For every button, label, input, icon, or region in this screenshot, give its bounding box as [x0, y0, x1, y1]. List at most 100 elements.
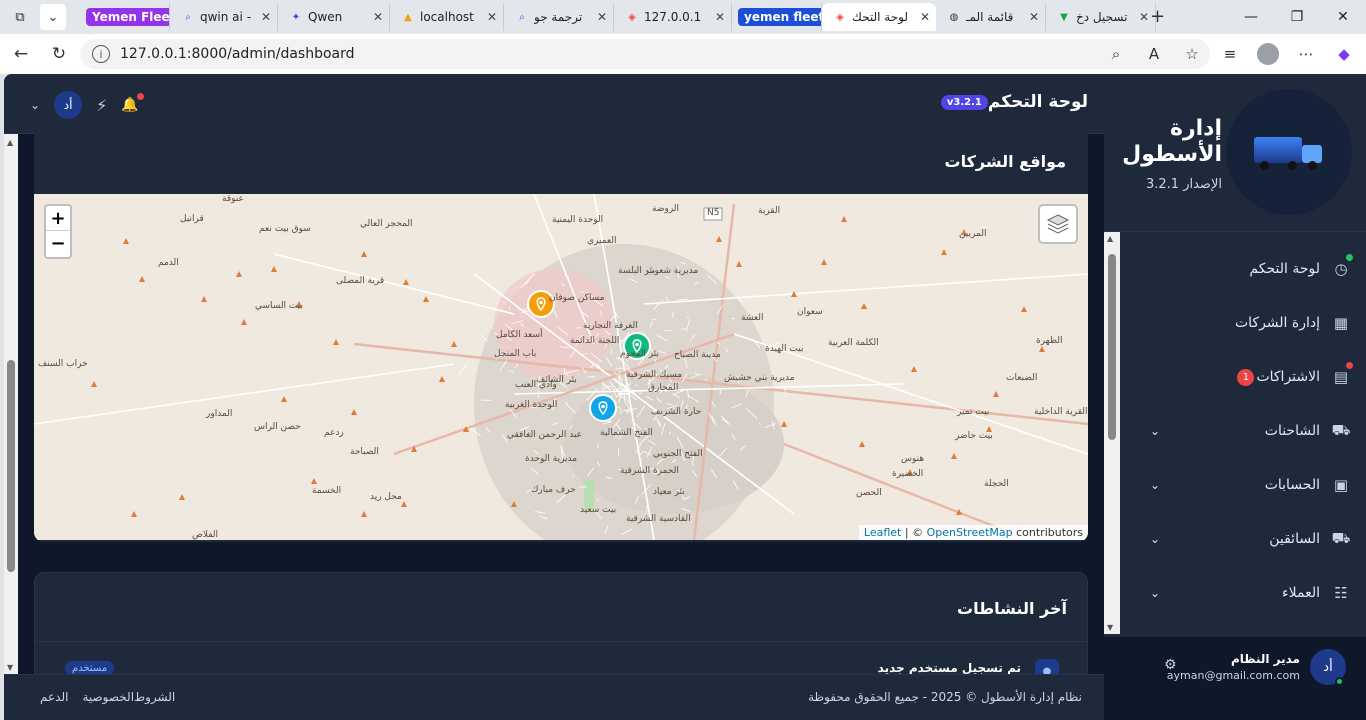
tab-3[interactable]: ✦ Qwen ✕ — [278, 3, 390, 31]
close-tab-icon[interactable]: ✕ — [597, 10, 607, 24]
bell-icon[interactable]: 🔔 — [121, 97, 138, 113]
close-tab-icon[interactable]: ✕ — [1139, 10, 1149, 24]
zoom-icon[interactable]: ⌕ — [1102, 40, 1130, 68]
sidebar-item-6[interactable]: ⌄ السائقين ⛟ — [1122, 512, 1366, 566]
workspaces-icon[interactable]: ⧉ — [6, 4, 34, 30]
tab-group-chip[interactable]: Yemen Fleet — [86, 8, 170, 26]
map-place-label: سعوان — [797, 307, 823, 317]
map-place-label: بيت تمير — [957, 407, 989, 417]
new-tab-button[interactable]: + — [1150, 6, 1165, 27]
sidebar-item-3[interactable]: 1 الاشتراكات ▤ — [1122, 350, 1366, 404]
tab-8[interactable]: ◈ لوحة التحك ✕ — [822, 3, 936, 31]
tab-7[interactable]: yemen fleet2 — [732, 3, 822, 31]
map-place-label: الفتح الجنوبي — [653, 449, 703, 459]
settings-gear-icon[interactable]: ⚙ — [1164, 657, 1177, 673]
map-place-label: الصباحة — [350, 447, 379, 457]
status-dot — [1346, 254, 1353, 261]
profile-icon[interactable] — [1254, 40, 1282, 68]
reload-icon[interactable]: ↻ — [42, 37, 76, 71]
chevron-down-icon[interactable]: ⌄ — [1150, 532, 1160, 546]
tab-title: Qwen — [308, 10, 367, 24]
tab-group-chip[interactable]: yemen fleet2 — [738, 8, 822, 26]
sidebar-item-4[interactable]: ⌄ الشاحنات ⛟ — [1122, 404, 1366, 458]
document-icon: ▤ — [1332, 368, 1350, 386]
close-tab-icon[interactable]: ✕ — [920, 10, 930, 24]
tab-5[interactable]: ⌕ ترجمة جو ✕ — [504, 3, 614, 31]
back-icon[interactable]: ← — [4, 37, 38, 71]
maximize-icon[interactable]: ❐ — [1274, 0, 1320, 34]
footer: نظام إدارة الأسطول © 2025 - جميع الحقوق … — [4, 674, 1104, 720]
zoom-out-button[interactable]: − — [46, 231, 70, 256]
tab-2[interactable]: ⌕ qwin ai - ✕ — [170, 3, 278, 31]
map-place-label: مديرية شعوب — [646, 266, 698, 276]
close-tab-icon[interactable]: ✕ — [373, 10, 383, 24]
truck-icon: ⛟ — [1332, 422, 1350, 440]
read-aloud-icon[interactable]: A — [1140, 40, 1168, 68]
copilot-icon[interactable]: ◆ — [1330, 40, 1358, 68]
favorite-star-icon[interactable]: ☆ — [1178, 40, 1206, 68]
footer-link-terms[interactable]: الشروط — [134, 690, 175, 704]
sidebar-item-label: السائقين — [1269, 531, 1320, 547]
close-tab-icon[interactable]: ✕ — [1029, 10, 1039, 24]
window-controls: — ❐ ✕ — [1228, 0, 1366, 34]
more-icon[interactable]: ⋯ — [1292, 40, 1320, 68]
layers-icon[interactable] — [1038, 204, 1078, 244]
main-content: ▲ ▼ مواقع الشركات الروضة الوحدة اليمنية الع… — [4, 134, 1104, 674]
companies-map[interactable]: الروضة الوحدة اليمنية العميري بئر البلسة مسا… — [34, 194, 1088, 540]
avatar[interactable]: أد — [54, 91, 82, 119]
map-place-label: بيت سعيد — [580, 505, 616, 515]
map-place-label: بيت حاضر — [955, 431, 993, 441]
osm-link[interactable]: OpenStreetMap — [927, 526, 1013, 539]
online-indicator — [1335, 677, 1344, 686]
favorites-icon[interactable]: ≡ — [1216, 40, 1244, 68]
tab-9[interactable]: ◍ قائمة المـ ✕ — [936, 3, 1046, 31]
tab-actions-icon[interactable]: ⌄ — [40, 4, 66, 30]
map-place-label: الروضة — [652, 204, 679, 214]
copyright: نظام إدارة الأسطول © 2025 - جميع الحقوق … — [808, 690, 1082, 704]
street — [509, 306, 510, 310]
map-place-label: حصن الراس — [254, 422, 301, 432]
tab-1[interactable]: Yemen Fleet — [80, 3, 170, 31]
chevron-down-icon[interactable]: ⌄ — [1150, 478, 1160, 492]
activity-title: تم تسجيل مستخدم جديد — [878, 661, 1021, 675]
url-bar[interactable]: i 127.0.0.1:8000/admin/dashboard — [80, 39, 1210, 69]
version-pill: v3.2.1 — [941, 95, 988, 110]
map-place-label: محل ريد — [370, 492, 402, 502]
sidebar-item-1[interactable]: لوحة التحكم ◷ — [1122, 242, 1366, 296]
brand-title: إدارة الأسطول — [1114, 116, 1222, 168]
tab-list: Yemen Fleet ⌕ qwin ai - ✕ ✦ Qwen ✕ ▲ localhost ✕ ⌕… — [80, 3, 1156, 31]
map-place-label: القرية الداخلية — [1034, 407, 1088, 417]
footer-link-privacy[interactable]: الخصوصية — [82, 690, 134, 704]
site-info-icon[interactable]: i — [92, 45, 110, 63]
tab-4[interactable]: ▲ localhost ✕ — [390, 3, 504, 31]
close-tab-icon[interactable]: ✕ — [715, 10, 725, 24]
truck-icon: ⛟ — [1332, 530, 1350, 548]
sidebar-scrollbar[interactable]: ▲ ▼ — [1104, 232, 1120, 634]
card-title: مواقع الشركات — [944, 152, 1066, 171]
zoom-in-button[interactable]: + — [46, 206, 70, 231]
leaflet-link[interactable]: Leaflet — [864, 526, 901, 539]
tab-10[interactable]: ▼ تسجيل دخ ✕ — [1046, 3, 1156, 31]
map-place-label: القرية — [758, 206, 780, 216]
close-tab-icon[interactable]: ✕ — [261, 10, 271, 24]
sidebar-item-7[interactable]: ⌄ العملاء ☷ — [1122, 566, 1366, 620]
main-scrollbar[interactable]: ▲ ▼ — [4, 134, 18, 674]
sidebar-item-label: إدارة الشركات — [1235, 315, 1320, 331]
close-window-icon[interactable]: ✕ — [1320, 0, 1366, 34]
chevron-down-icon[interactable]: ⌄ — [30, 98, 40, 112]
minimize-icon[interactable]: — — [1228, 0, 1274, 34]
page-title: v3.2.1 لوحة التحكم — [937, 92, 1088, 112]
app: إدارة الأسطول الإصدار 3.2.1 ▲ ▼ لوحة التح… — [4, 74, 1366, 720]
sidebar-item-5[interactable]: ⌄ الحسابات ▣ — [1122, 458, 1366, 512]
chevron-down-icon[interactable]: ⌄ — [1150, 586, 1160, 600]
chevron-down-icon[interactable]: ⌄ — [1150, 424, 1160, 438]
lightning-icon[interactable]: ⚡ — [96, 96, 107, 115]
tab-6[interactable]: ◈ 127.0.0.1 ✕ — [614, 3, 732, 31]
footer-link-support[interactable]: الدعم — [40, 690, 68, 704]
map-place-label: المحارق — [648, 383, 678, 393]
map-place-label: مسيك الشرقية — [626, 370, 682, 380]
blue-marker[interactable] — [590, 395, 616, 421]
map-place-label: مديرية بني حشيش — [724, 373, 795, 383]
sidebar-item-2[interactable]: إدارة الشركات ▦ — [1122, 296, 1366, 350]
close-tab-icon[interactable]: ✕ — [487, 10, 497, 24]
